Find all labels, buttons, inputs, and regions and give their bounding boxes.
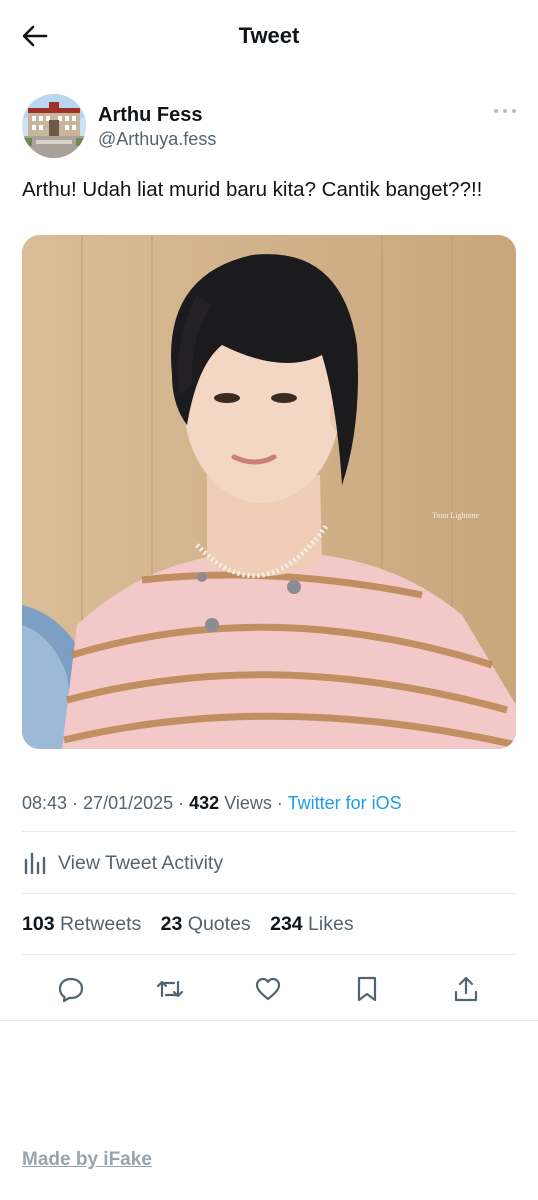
like-button[interactable] [251,972,285,1006]
meta-separator: · [67,793,84,813]
tweet-photo[interactable]: Toon Lightone [22,235,516,749]
meta-separator: · [173,793,190,813]
divider [22,954,516,955]
tweet-meta: 08:43 · 27/01/2025 · 432 Views · Twitter… [22,791,516,815]
tweet-source-link[interactable]: Twitter for iOS [288,793,402,813]
tweet-date: 27/01/2025 [83,793,174,813]
more-dot-icon [512,109,516,113]
tweet-actions [22,972,516,1006]
more-dot-icon [494,109,498,113]
bookmark-button[interactable] [350,972,384,1006]
author-name[interactable]: Arthu Fess [98,103,202,127]
reply-icon [58,977,84,1003]
view-activity-button[interactable]: View Tweet Activity [22,847,516,879]
top-bar: Tweet [0,0,538,72]
divider [22,893,516,894]
author-handle[interactable]: @Arthuya.fess [98,128,216,150]
quotes-count[interactable]: 23 Quotes [161,913,251,935]
tweet-author: Arthu Fess @Arthuya.fess [22,94,516,158]
photo-illustration: Toon Lightone [22,235,516,749]
more-dot-icon [503,109,507,113]
analytics-icon [24,852,46,875]
view-activity-label: View Tweet Activity [58,852,224,874]
views-count: 432 [189,793,220,813]
retweets-count[interactable]: 103 Retweets [22,913,141,935]
page-title: Tweet [238,23,300,48]
retweet-button[interactable] [153,972,187,1006]
views-label: Views [219,793,272,813]
bookmark-icon [357,976,377,1002]
tweet-time: 08:43 [22,793,68,813]
meta-separator: · [271,793,288,813]
likes-count[interactable]: 234 Likes [270,913,354,935]
made-by-link[interactable]: Made by iFake [22,1148,152,1172]
retweet-icon [156,980,184,998]
divider [22,831,516,832]
divider [0,1020,538,1021]
photo-watermark: Toon Lightone [432,511,480,520]
share-button[interactable] [449,972,483,1006]
avatar[interactable] [22,94,86,158]
tweet-text: Arthu! Udah liat murid baru kita? Cantik… [22,178,483,201]
like-icon [255,977,281,1001]
share-icon [454,976,478,1002]
reply-button[interactable] [54,972,88,1006]
more-options-button[interactable] [494,106,516,116]
engagement-counts: 103 Retweets 23 Quotes 234 Likes [22,912,368,936]
